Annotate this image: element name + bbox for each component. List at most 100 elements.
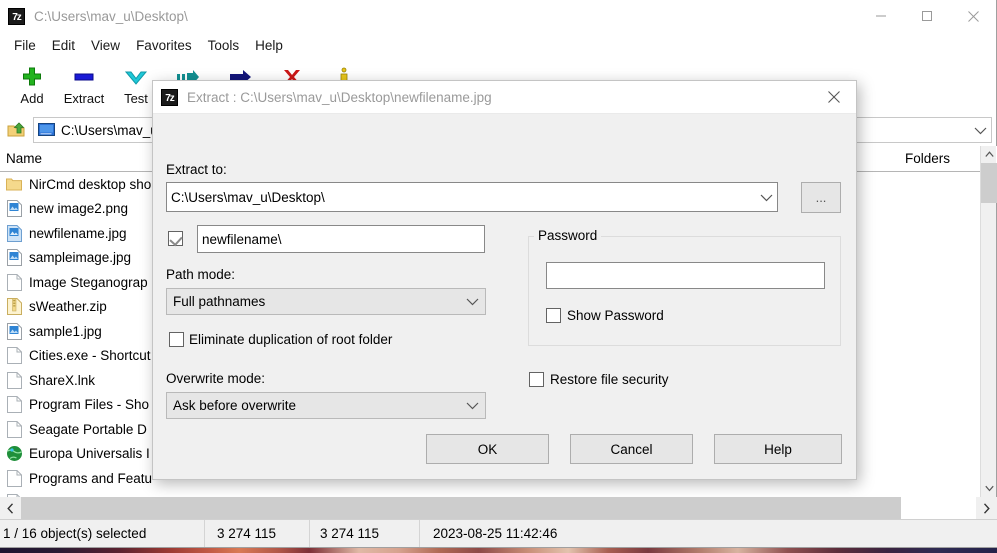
file-name: Programs and Featu	[29, 470, 153, 486]
scroll-up-icon[interactable]	[981, 146, 997, 163]
dialog-app-logo-icon: 7z	[161, 88, 178, 106]
desktop-icon	[38, 122, 55, 138]
eliminate-duplication-checkbox[interactable]	[169, 332, 184, 347]
menu-item-help[interactable]: Help	[247, 35, 291, 56]
app-logo-icon: 7z	[8, 7, 25, 25]
blank-file-icon	[4, 396, 24, 414]
overwrite-mode-value: Ask before overwrite	[173, 398, 297, 413]
status-size: 3 274 115	[205, 520, 310, 547]
file-name: Program Files - Sho	[29, 397, 150, 413]
eliminate-duplication-label: Eliminate duplication of root folder	[189, 332, 393, 347]
image-file-icon	[4, 200, 24, 218]
minus-icon	[71, 64, 97, 90]
password-input[interactable]	[546, 262, 825, 289]
password-group-title: Password	[534, 228, 602, 243]
dialog-titlebar: 7z Extract : C:\Users\mav_u\Desktop\newf…	[153, 81, 856, 114]
path-mode-label: Path mode:	[166, 267, 236, 282]
show-password-label: Show Password	[567, 308, 664, 323]
address-path-text: C:\Users\mav_u	[61, 122, 158, 138]
cancel-button[interactable]: Cancel	[570, 434, 693, 464]
status-packed-size: 3 274 115	[310, 520, 420, 547]
path-mode-value: Full pathnames	[173, 294, 266, 309]
close-button[interactable]	[950, 0, 996, 32]
scroll-down-icon[interactable]	[981, 480, 997, 497]
file-name: Europa Universalis I	[29, 446, 150, 462]
file-name: newfilename.jpg	[29, 225, 127, 241]
dialog-title: Extract : C:\Users\mav_u\Desktop\newfile…	[187, 89, 492, 105]
chevron-down-icon	[466, 398, 479, 413]
chevron-down-icon	[123, 64, 149, 90]
blank-file-icon	[4, 347, 24, 365]
plus-icon	[20, 64, 44, 90]
dialog-close-button[interactable]	[811, 81, 856, 114]
scroll-right-icon[interactable]	[976, 497, 997, 519]
file-name: ShareX.lnk	[29, 372, 96, 388]
toolbar-label-extract: Extract	[63, 91, 105, 106]
help-button[interactable]: Help	[714, 434, 842, 464]
window-controls	[858, 0, 996, 32]
menu-bar: File Edit View Favorites Tools Help	[0, 32, 996, 58]
chevron-down-icon[interactable]	[974, 123, 987, 138]
vertical-scrollbar-thumb[interactable]	[981, 163, 997, 203]
toolbar-label-add: Add	[20, 91, 44, 106]
horizontal-scrollbar-track[interactable]	[21, 497, 976, 519]
file-name: sWeather.zip	[29, 299, 107, 315]
browse-button[interactable]: ...	[801, 182, 841, 213]
file-name: Cities.exe - Shortcut	[29, 348, 151, 364]
menu-item-file[interactable]: File	[6, 35, 44, 56]
horizontal-scrollbar[interactable]	[0, 497, 997, 519]
file-name: new image2.png	[29, 201, 129, 217]
menu-item-tools[interactable]: Tools	[200, 35, 248, 56]
path-mode-select[interactable]: Full pathnames	[166, 288, 486, 315]
image-file-icon	[4, 322, 24, 340]
scroll-left-icon[interactable]	[0, 497, 21, 519]
up-folder-icon[interactable]	[4, 117, 30, 143]
extract-to-value: C:\Users\mav_u\Desktop\	[171, 189, 325, 205]
image-file-icon	[4, 249, 24, 267]
extract-subfolder-checkbox[interactable]	[168, 231, 183, 246]
chevron-down-icon[interactable]	[760, 190, 773, 205]
overwrite-mode-select[interactable]: Ask before overwrite	[166, 392, 486, 419]
file-name: sampleimage.jpg	[29, 250, 132, 266]
window-title: C:\Users\mav_u\Desktop\	[34, 8, 188, 24]
extract-to-label: Extract to:	[166, 162, 227, 177]
toolbar-button-add[interactable]: Add	[6, 58, 58, 106]
extract-to-combo[interactable]: C:\Users\mav_u\Desktop\	[166, 182, 778, 212]
window-titlebar: 7z C:\Users\mav_u\Desktop\	[0, 0, 996, 32]
blank-file-icon	[4, 420, 24, 438]
dialog-body: Extract to: C:\Users\mav_u\Desktop\ ... …	[153, 114, 856, 480]
status-timestamp: 2023-08-25 11:42:46	[433, 526, 558, 541]
zip-file-icon	[4, 298, 24, 316]
chevron-down-icon	[466, 294, 479, 309]
file-name: Image Steganograp	[29, 274, 148, 290]
menu-item-view[interactable]: View	[83, 35, 128, 56]
globe-icon	[4, 445, 24, 463]
file-name: sample1.jpg	[29, 323, 102, 339]
subfolder-name-input[interactable]: newfilename\	[197, 225, 485, 253]
image-file-icon	[4, 224, 24, 242]
password-group	[528, 236, 841, 346]
minimize-button[interactable]	[858, 0, 904, 32]
blank-file-icon	[4, 371, 24, 389]
status-bar: 1 / 16 object(s) selected 3 274 115 3 27…	[0, 519, 997, 547]
status-selection: 1 / 16 object(s) selected	[0, 520, 205, 547]
folder-icon	[4, 175, 24, 193]
blank-file-icon	[4, 273, 24, 291]
extract-dialog: 7z Extract : C:\Users\mav_u\Desktop\newf…	[152, 80, 857, 480]
restore-file-security-label: Restore file security	[550, 372, 669, 387]
vertical-scrollbar[interactable]	[980, 146, 997, 497]
overwrite-mode-label: Overwrite mode:	[166, 371, 266, 386]
blank-file-icon	[4, 469, 24, 487]
menu-item-edit[interactable]: Edit	[44, 35, 83, 56]
toolbar-label-test: Test	[124, 91, 148, 106]
restore-file-security-checkbox[interactable]	[529, 372, 544, 387]
file-name: NirCmd desktop sho	[29, 176, 152, 192]
show-password-checkbox[interactable]	[546, 308, 561, 323]
horizontal-scrollbar-thumb[interactable]	[21, 497, 901, 519]
file-name: Seagate Portable D	[29, 421, 147, 437]
toolbar-button-extract[interactable]: Extract	[58, 58, 110, 106]
maximize-button[interactable]	[904, 0, 950, 32]
subfolder-name-value: newfilename\	[202, 231, 282, 247]
menu-item-favorites[interactable]: Favorites	[128, 35, 200, 56]
ok-button[interactable]: OK	[426, 434, 549, 464]
